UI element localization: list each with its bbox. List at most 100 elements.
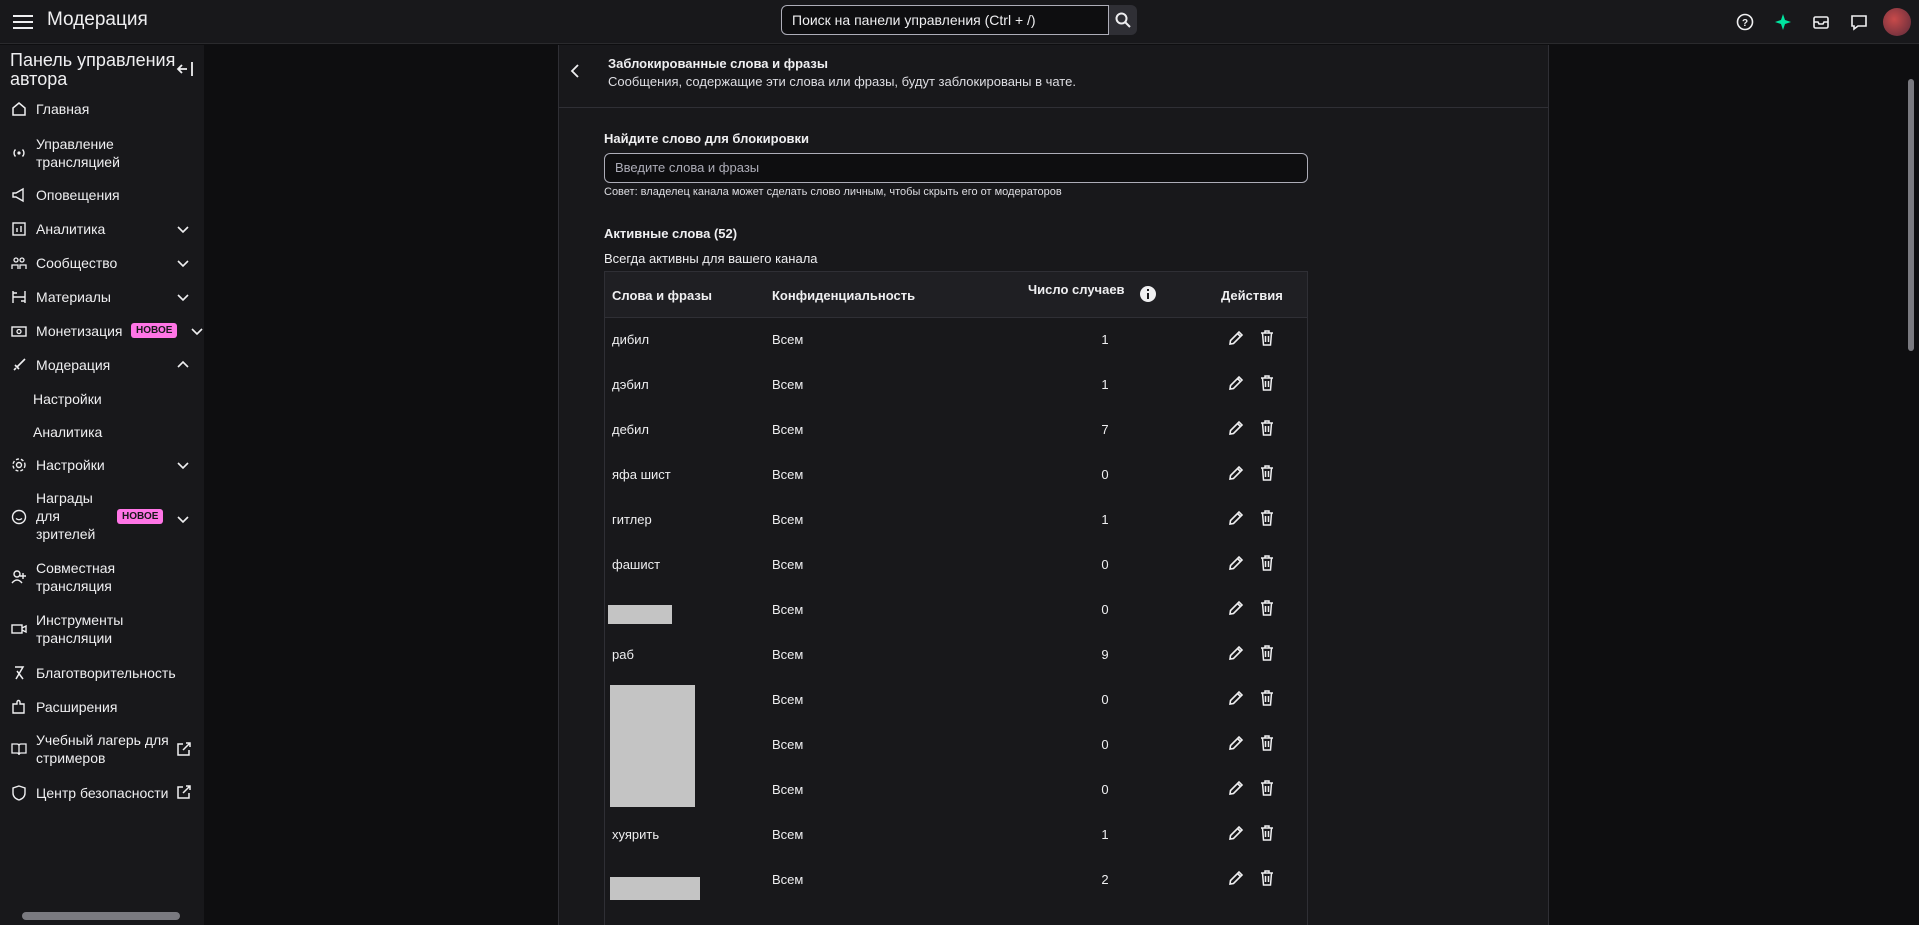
edit-icon[interactable] [1227,419,1245,440]
info-icon[interactable] [1139,285,1157,306]
trash-icon[interactable] [1258,419,1276,440]
trash-icon[interactable] [1258,869,1276,890]
sidebar-item-tools[interactable]: Инструменты трансляции [0,611,204,647]
edit-icon[interactable] [1227,554,1245,575]
whispers-icon[interactable] [1845,8,1873,36]
privacy-cell: Всем [772,737,804,752]
trash-icon[interactable] [1258,554,1276,575]
avatar[interactable] [1883,8,1911,36]
edit-icon[interactable] [1227,464,1245,485]
privacy-cell: Всем [772,827,804,842]
blocked-word-input[interactable]: Введите слова и фразы [604,153,1308,183]
trash-icon[interactable] [1258,509,1276,530]
edit-icon[interactable] [1227,644,1245,665]
sidebar-item-label: Материалы [36,289,111,305]
count-cell: 2 [1101,872,1109,887]
sidebar-item-collab[interactable]: Совместная трансляция [0,559,204,595]
new-badge: НОВОЕ [131,323,178,338]
moderation-sub-analytics[interactable]: Аналитика [33,424,102,440]
table-row: раб Всем 9 [605,633,1307,678]
count-cell: 1 [1101,377,1109,392]
back-icon[interactable] [569,63,581,84]
table-row: Всем 0 [605,588,1307,633]
privacy-cell: Всем [772,377,804,392]
sidebar-item-content[interactable]: Материалы [0,287,204,307]
community-icon [10,254,28,272]
edit-icon[interactable] [1227,599,1245,620]
sidebar-item-label: Учебный лагерь для стримеров [36,732,169,766]
privacy-cell: Всем [772,692,804,707]
trash-icon[interactable] [1258,599,1276,620]
sidebar-item-bootcamp[interactable]: Учебный лагерь для стримеров [0,731,204,767]
privacy-cell: Всем [772,647,804,662]
top-bar: Модерация Поиск на панели управления (Ct… [0,0,1919,44]
menu-icon[interactable] [7,6,39,38]
search-icon[interactable] [1109,5,1137,35]
count-cell: 0 [1101,467,1109,482]
chevron-up-icon [176,357,190,373]
app-title: Модерация [47,9,148,30]
help-icon[interactable]: ? [1731,8,1759,36]
trash-icon[interactable] [1258,329,1276,350]
shield-icon [10,784,28,802]
edit-icon[interactable] [1227,509,1245,530]
word-cell: раб [612,647,634,662]
sidebar-item-safety[interactable]: Центр безопасности [0,783,204,803]
trash-icon[interactable] [1258,689,1276,710]
horizontal-scrollbar[interactable] [22,912,180,920]
edit-icon[interactable] [1227,869,1245,890]
table-row: Всем 2 [605,858,1307,903]
blocked-terms-panel: Заблокированные слова и фразы Сообщения,… [558,45,1549,925]
sidebar-item-settings[interactable]: Настройки [0,455,204,475]
inbox-icon[interactable] [1807,8,1835,36]
redacted-word [608,605,672,624]
trash-icon[interactable] [1258,374,1276,395]
sidebar-item-home[interactable]: Главная [0,99,204,119]
search-input[interactable]: Поиск на панели управления (Ctrl + /) [781,5,1109,35]
sidebar-heading: Панель управления автора [10,50,176,89]
word-cell: яфа шист [612,467,671,482]
vertical-scrollbar[interactable] [1903,45,1919,925]
sidebar-item-label: Центр безопасности [36,785,169,801]
sidebar-item-charity[interactable]: Благотворительность [0,663,204,683]
sidebar: Панель управления автора Главная Управле… [0,45,204,925]
sidebar-item-community[interactable]: Сообщество [0,253,204,273]
count-cell: 0 [1101,737,1109,752]
chevron-down-icon [176,289,190,305]
sidebar-item-monetization[interactable]: Монетизация НОВОЕ [0,321,204,341]
sidebar-item-broadcast[interactable]: Управление трансляцией [0,135,204,171]
collapse-sidebar-icon[interactable] [176,61,194,82]
sidebar-item-rewards[interactable]: Награды для зрителей НОВОЕ [0,489,204,545]
count-cell: 0 [1101,602,1109,617]
edit-icon[interactable] [1227,824,1245,845]
sidebar-item-analytics[interactable]: Аналитика [0,219,204,239]
trash-icon[interactable] [1258,464,1276,485]
always-active-label: Всегда активны для вашего канала [604,251,818,266]
external-link-icon [176,741,192,760]
megaphone-icon [10,186,28,204]
table-row: дебил Всем 7 [605,408,1307,453]
sidebar-item-moderation[interactable]: Модерация [0,355,204,375]
column-header-words: Слова и фразы [612,288,712,303]
trash-icon[interactable] [1258,734,1276,755]
edit-icon[interactable] [1227,734,1245,755]
edit-icon[interactable] [1227,329,1245,350]
sidebar-item-alerts[interactable]: Оповещения [0,185,204,205]
edit-icon[interactable] [1227,374,1245,395]
trash-icon[interactable] [1258,644,1276,665]
scroll-thumb[interactable] [1908,79,1914,351]
sparkle-icon[interactable] [1769,8,1797,36]
privacy-cell: Всем [772,872,804,887]
sidebar-item-extensions[interactable]: Расширения [0,697,204,717]
chevron-down-icon [190,323,204,339]
count-cell: 0 [1101,692,1109,707]
edit-icon[interactable] [1227,779,1245,800]
smile-icon [10,508,28,526]
word-cell: фашист [612,557,661,572]
edit-icon[interactable] [1227,689,1245,710]
trash-icon[interactable] [1258,779,1276,800]
table-row: Всем 0 [605,768,1307,813]
moderation-sub-settings[interactable]: Настройки [33,391,102,407]
privacy-cell: Всем [772,602,804,617]
trash-icon[interactable] [1258,824,1276,845]
